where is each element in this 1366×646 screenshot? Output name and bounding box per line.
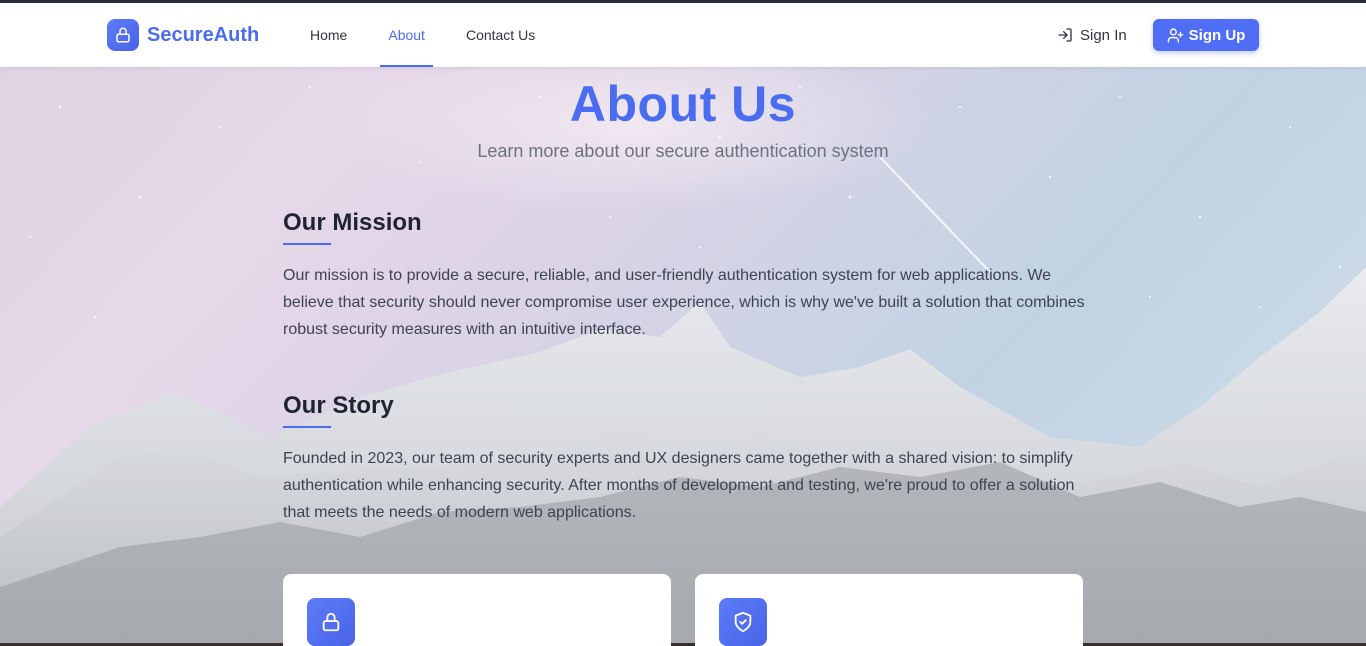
feature-card	[695, 574, 1083, 646]
nav-item-home[interactable]: Home	[302, 3, 355, 67]
mission-heading-underline	[283, 243, 331, 245]
top-navbar: SecureAuth Home About Contact Us Sign In…	[0, 3, 1366, 67]
nav-label: Contact Us	[465, 27, 536, 43]
main-nav: Home About Contact Us	[302, 3, 568, 67]
mission-paragraph: Our mission is to provide a secure, reli…	[283, 267, 1085, 338]
sign-up-button[interactable]: Sign Up	[1153, 19, 1259, 51]
nav-item-about[interactable]: About	[380, 3, 433, 67]
lock-icon	[107, 19, 139, 51]
user-plus-icon	[1167, 27, 1183, 43]
sign-in-link[interactable]: Sign In	[1057, 19, 1127, 51]
page-title: About Us	[569, 76, 797, 132]
sign-in-icon	[1058, 28, 1072, 42]
story-heading-underline	[283, 426, 331, 428]
shield-check-icon	[719, 598, 767, 646]
feature-card	[283, 574, 671, 646]
brand-logo[interactable]: SecureAuth	[107, 19, 259, 51]
nav-label: Home	[310, 27, 348, 43]
sign-in-label: Sign In	[1080, 26, 1127, 44]
page-subtitle: Learn more about our secure authenticati…	[477, 141, 889, 161]
sign-up-label: Sign Up	[1188, 26, 1246, 44]
lock-icon	[307, 598, 355, 646]
nav-item-contact-us[interactable]: Contact Us	[458, 3, 543, 67]
nav-label: About	[388, 27, 425, 43]
mission-heading: Our Mission	[283, 209, 422, 236]
story-heading: Our Story	[283, 392, 394, 419]
story-paragraph: Founded in 2023, our team of security ex…	[283, 450, 1075, 521]
brand-name: SecureAuth	[147, 23, 260, 46]
about-page-content: About Us Learn more about our secure aut…	[0, 67, 1366, 646]
